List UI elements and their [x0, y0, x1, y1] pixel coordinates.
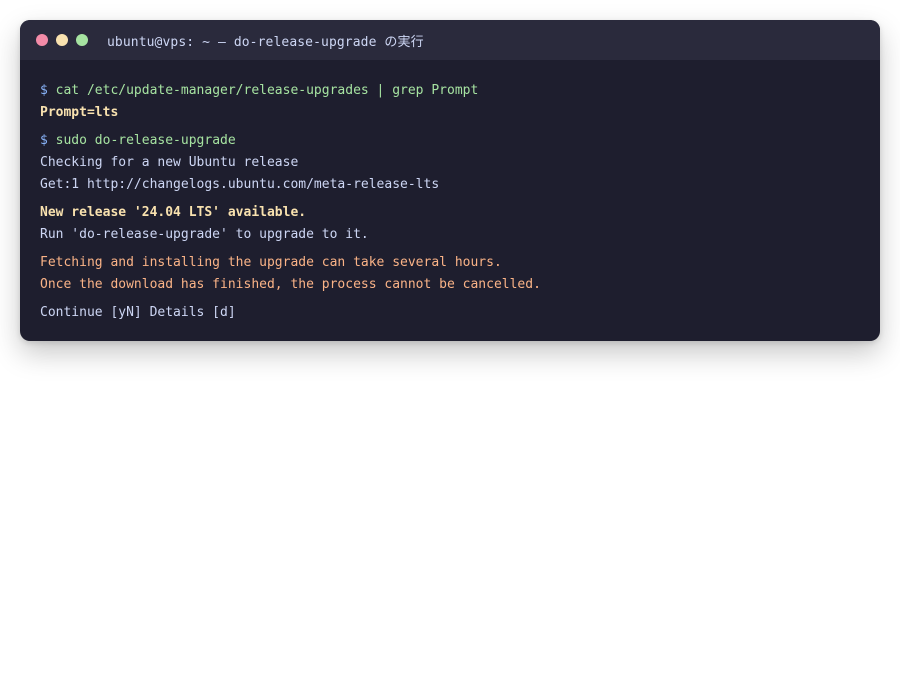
terminal-output[interactable]: $ cat /etc/update-manager/release-upgrad… — [20, 60, 880, 324]
release-available-line: New release '24.04 LTS' available. — [40, 205, 307, 220]
warning-line: Once the download has finished, the proc… — [40, 277, 541, 292]
maximize-window-button[interactable] — [76, 34, 88, 46]
command-text: sudo do-release-upgrade — [55, 133, 236, 148]
output-line: Get:1 http://changelogs.ubuntu.com/meta-… — [40, 177, 440, 192]
window-titlebar: ubuntu@vps: ~ — do-release-upgrade の実行 — [20, 20, 880, 60]
upgrade-hint-line: Run 'do-release-upgrade' to upgrade to i… — [40, 227, 369, 242]
command-line: $ cat /etc/update-manager/release-upgrad… — [40, 80, 860, 102]
command-text: cat /etc/update-manager/release-upgrades… — [55, 83, 479, 98]
output-line: Checking for a new Ubuntu release — [40, 155, 299, 170]
output-line: Prompt=lts — [40, 105, 119, 120]
warning-line: Fetching and installing the upgrade can … — [40, 255, 502, 270]
close-window-button[interactable] — [36, 34, 48, 46]
prompt-symbol: $ — [40, 133, 48, 148]
prompt-symbol: $ — [40, 83, 48, 98]
command-line: $ sudo do-release-upgrade — [40, 130, 860, 152]
minimize-window-button[interactable] — [56, 34, 68, 46]
window-title: ubuntu@vps: ~ — do-release-upgrade の実行 — [107, 34, 424, 50]
terminal-window: ubuntu@vps: ~ — do-release-upgrade の実行 $… — [20, 20, 880, 341]
continue-prompt[interactable]: Continue [yN] Details [d] — [40, 302, 860, 324]
